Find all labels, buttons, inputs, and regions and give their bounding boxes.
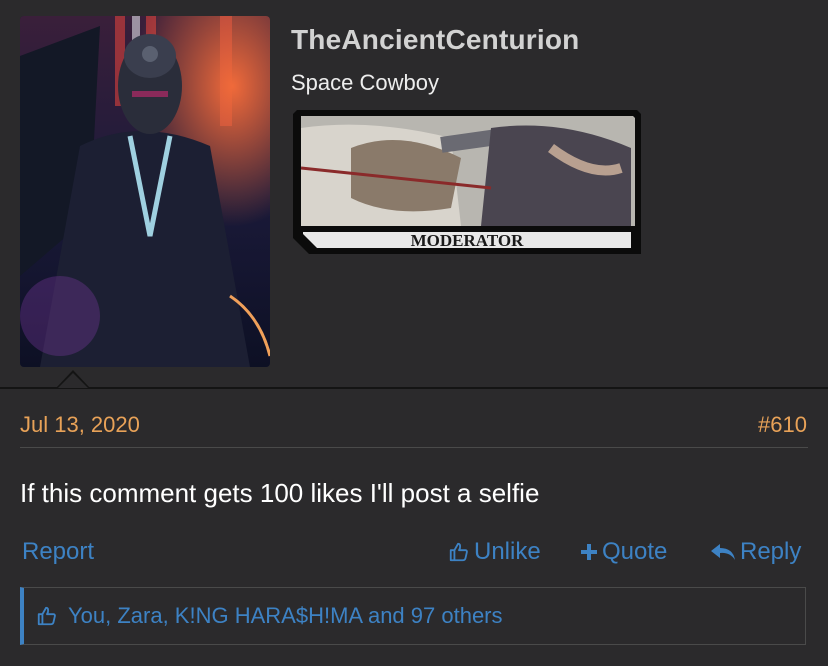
- report-label: Report: [22, 538, 95, 565]
- likes-summary[interactable]: You, Zara, K!NG HARA$H!MA and 97 others: [20, 587, 806, 645]
- quote-label: Quote: [602, 538, 668, 565]
- reply-label: Reply: [740, 538, 802, 565]
- username[interactable]: TheAncientCenturion: [291, 24, 579, 56]
- plus-icon: [580, 543, 598, 561]
- avatar-image: [20, 16, 270, 367]
- user-title: Space Cowboy: [291, 70, 439, 95]
- reply-button[interactable]: Reply: [710, 538, 801, 566]
- post-date[interactable]: Jul 13, 2020: [20, 412, 140, 438]
- user-avatar[interactable]: [20, 16, 270, 367]
- likes-text[interactable]: You, Zara, K!NG HARA$H!MA and 97 others: [68, 603, 503, 629]
- meta-divider: [20, 447, 808, 448]
- quote-button[interactable]: Quote: [580, 538, 667, 566]
- report-link[interactable]: Report: [22, 538, 94, 566]
- divider: [0, 387, 828, 389]
- thumbs-up-outline-icon: [448, 541, 470, 563]
- banner-label: MODERATOR: [411, 231, 524, 250]
- moderator-banner: MODERATOR: [291, 108, 643, 260]
- thumbs-up-outline-icon: [36, 605, 58, 627]
- reply-arrow-icon: [710, 542, 736, 562]
- unlike-label: Unlike: [474, 538, 541, 565]
- unlike-button[interactable]: Unlike: [448, 538, 541, 566]
- post-number[interactable]: #610: [758, 412, 807, 438]
- post-body: If this comment gets 100 likes I'll post…: [20, 478, 540, 508]
